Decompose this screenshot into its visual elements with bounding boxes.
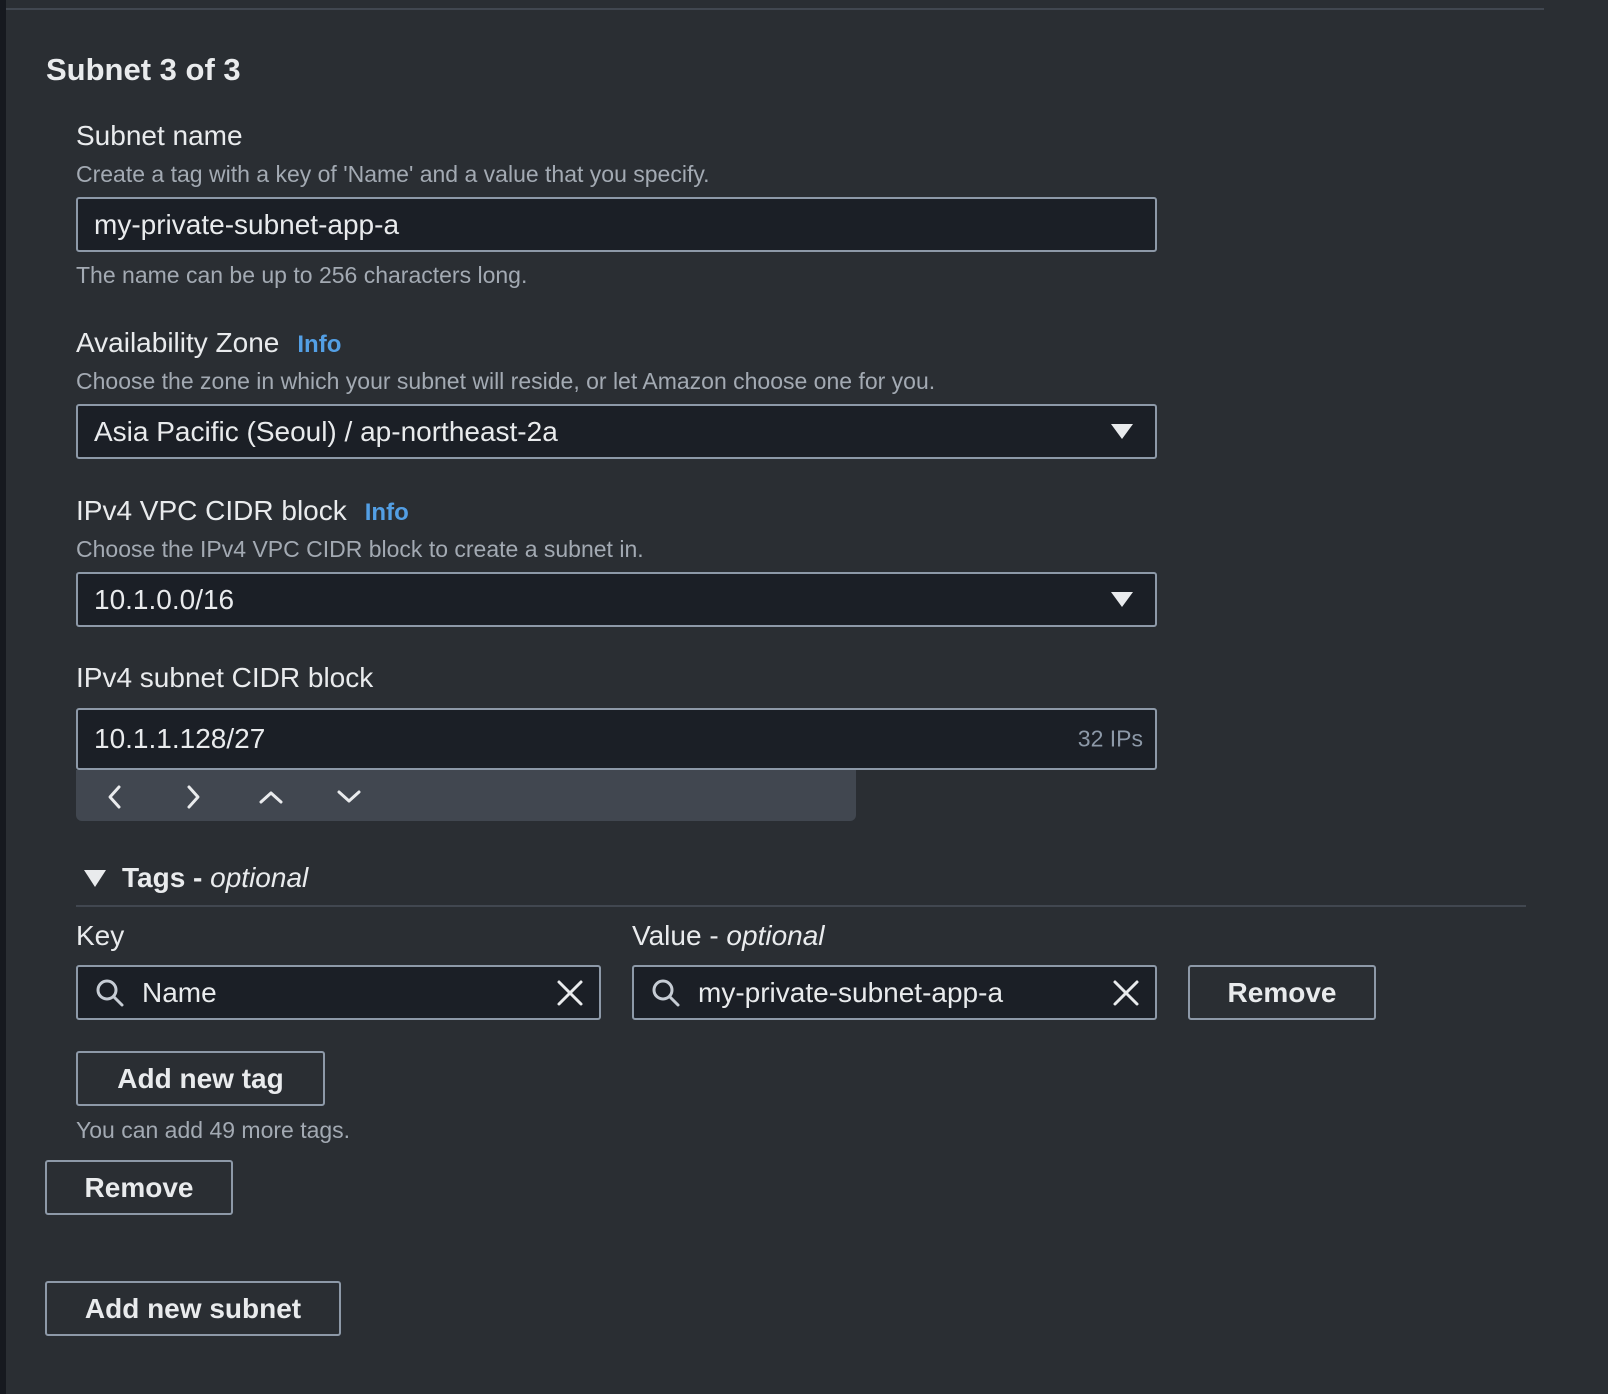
tag-value-label-optional: optional (726, 920, 825, 951)
search-icon (634, 967, 698, 1018)
subnet-name-description: Create a tag with a key of 'Name' and a … (76, 161, 710, 187)
search-icon (78, 967, 142, 1018)
tag-limit-text: You can add 49 more tags. (76, 1117, 351, 1143)
tags-header-optional: optional (210, 862, 309, 893)
subnet-name-value: my-private-subnet-app-a (94, 208, 400, 240)
chevron-right-icon[interactable] (176, 780, 210, 814)
tag-key-value: Name (142, 976, 217, 1008)
tags-header-label: Tags - (122, 862, 211, 893)
add-new-tag-button[interactable]: Add new tag (76, 1051, 325, 1106)
availability-zone-value: Asia Pacific (Seoul) / ap-northeast-2a (94, 415, 558, 447)
subnet-name-input[interactable]: my-private-subnet-app-a (76, 197, 1157, 252)
availability-zone-select[interactable]: Asia Pacific (Seoul) / ap-northeast-2a (76, 404, 1157, 459)
caret-down-icon (84, 869, 106, 887)
subnet-cidr-input[interactable]: 10.1.1.128/27 32 IPs (76, 708, 1157, 770)
tag-value-value: my-private-subnet-app-a (698, 976, 1004, 1008)
vpc-cidr-description: Choose the IPv4 VPC CIDR block to create… (76, 536, 644, 562)
caret-down-icon (1111, 591, 1133, 607)
vpc-cidr-info-link[interactable]: Info (365, 499, 409, 526)
availability-zone-label-text: Availability Zone (76, 327, 280, 358)
remove-subnet-button[interactable]: Remove (45, 1160, 233, 1215)
divider (6, 8, 1544, 10)
tag-value-label: Value - optional (632, 920, 825, 952)
tag-key-label: Key (76, 920, 125, 951)
tag-value-label-text: Value - (632, 920, 727, 951)
add-new-subnet-button[interactable]: Add new subnet (45, 1281, 341, 1336)
caret-down-icon (1111, 423, 1133, 439)
tag-key-input[interactable]: Name (76, 965, 601, 1020)
tags-expander[interactable]: Tags - optional (84, 862, 308, 894)
chevron-down-icon[interactable] (332, 780, 366, 814)
availability-zone-label: Availability Zone Info (76, 327, 341, 359)
subnet-cidr-value: 10.1.1.128/27 (94, 723, 266, 754)
chevron-up-icon[interactable] (254, 780, 288, 814)
vpc-cidr-value: 10.1.0.0/16 (94, 583, 235, 615)
cidr-stepper (76, 770, 856, 821)
vpc-cidr-label-text: IPv4 VPC CIDR block (76, 495, 347, 526)
ip-count-suffix: 32 IPs (1077, 725, 1143, 752)
subnet-cidr-label: IPv4 subnet CIDR block (76, 662, 374, 693)
tag-value-input[interactable]: my-private-subnet-app-a (632, 965, 1157, 1020)
availability-zone-description: Choose the zone in which your subnet wil… (76, 368, 936, 394)
divider (76, 905, 1526, 907)
close-icon[interactable] (1111, 978, 1141, 1008)
chevron-left-icon[interactable] (98, 780, 132, 814)
vpc-cidr-select[interactable]: 10.1.0.0/16 (76, 572, 1157, 627)
subnet-name-hint: The name can be up to 256 characters lon… (76, 262, 528, 288)
close-icon[interactable] (555, 978, 585, 1008)
remove-tag-button[interactable]: Remove (1188, 965, 1376, 1020)
subnet-name-label: Subnet name (76, 120, 243, 151)
section-title: Subnet 3 of 3 (46, 52, 241, 87)
subnet-panel: Subnet 3 of 3 Subnet name Create a tag w… (6, 0, 1608, 1394)
vpc-cidr-label: IPv4 VPC CIDR block Info (76, 495, 409, 527)
availability-zone-info-link[interactable]: Info (297, 331, 341, 358)
